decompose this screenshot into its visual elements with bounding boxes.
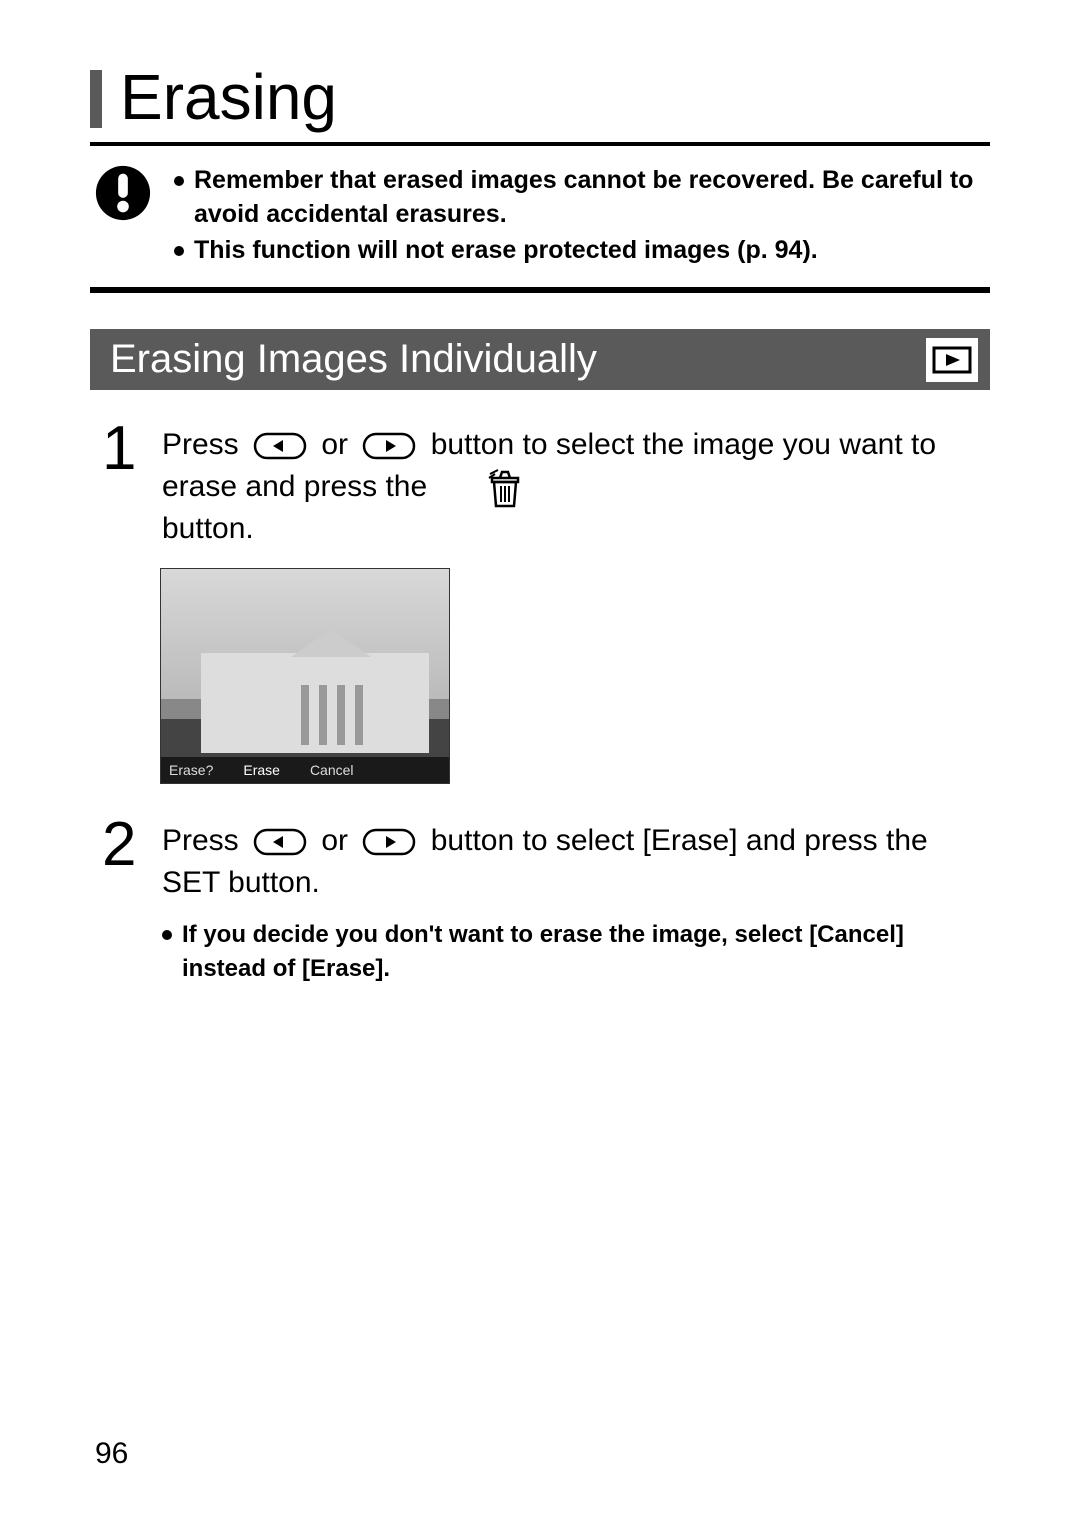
section-title: Erasing Images Individually xyxy=(110,337,597,382)
warning-text: Remember that erased images cannot be re… xyxy=(194,164,990,232)
right-arrow-button-icon xyxy=(362,432,416,460)
erase-option: Erase xyxy=(243,762,280,778)
warning-list: Remember that erased images cannot be re… xyxy=(174,164,990,269)
cancel-option: Cancel xyxy=(310,762,354,778)
bullet-icon xyxy=(174,176,184,186)
screenshot-columns xyxy=(301,685,363,745)
text-fragment: or xyxy=(321,428,356,461)
step-2: 2 Press or button to select [Erase] and … xyxy=(90,814,990,985)
warning-item: Remember that erased images cannot be re… xyxy=(174,164,990,232)
page-number: 96 xyxy=(95,1437,128,1471)
playback-mode-icon xyxy=(926,338,978,382)
screenshot-building-roof xyxy=(291,629,371,657)
right-arrow-button-icon xyxy=(362,828,416,856)
warning-block: Remember that erased images cannot be re… xyxy=(90,164,990,269)
step-2-content: Press or button to select [Erase] and pr… xyxy=(162,814,990,985)
bullet-icon xyxy=(162,930,172,940)
erase-prompt-label: Erase? xyxy=(169,762,213,778)
warning-text: This function will not erase protected i… xyxy=(194,234,818,268)
left-arrow-button-icon xyxy=(253,828,307,856)
left-arrow-button-icon xyxy=(253,432,307,460)
text-fragment: or xyxy=(321,824,356,857)
erase-prompt-bar: Erase? Erase Cancel xyxy=(161,757,449,783)
text-fragment: Press xyxy=(162,824,247,857)
section-header: Erasing Images Individually xyxy=(90,329,990,390)
text-fragment: Press xyxy=(162,428,247,461)
step-number-1: 1 xyxy=(102,418,144,480)
title-rule xyxy=(90,142,990,146)
title-accent-bar xyxy=(90,70,102,128)
page-title: Erasing xyxy=(120,60,337,134)
step-2-note: If you decide you don't want to erase th… xyxy=(162,918,990,985)
step-number-2: 2 xyxy=(102,814,144,876)
step-2-text: Press or button to select [Erase] and pr… xyxy=(162,820,990,904)
camera-display-screenshot: Erase? Erase Cancel xyxy=(160,568,450,784)
exclamation-icon xyxy=(94,164,152,222)
step-1: 1 Press or button to select the image yo… xyxy=(90,418,990,550)
note-text: If you decide you don't want to erase th… xyxy=(182,918,990,985)
warning-rule xyxy=(90,287,990,293)
text-fragment: button. xyxy=(162,512,254,545)
step-1-text: Press or button to select the image you … xyxy=(162,424,990,550)
bullet-icon xyxy=(174,246,184,256)
warning-item: This function will not erase protected i… xyxy=(174,234,990,268)
erase-trash-icon xyxy=(488,468,522,508)
page-title-section: Erasing xyxy=(90,60,990,134)
step-1-content: Press or button to select the image you … xyxy=(162,418,990,550)
